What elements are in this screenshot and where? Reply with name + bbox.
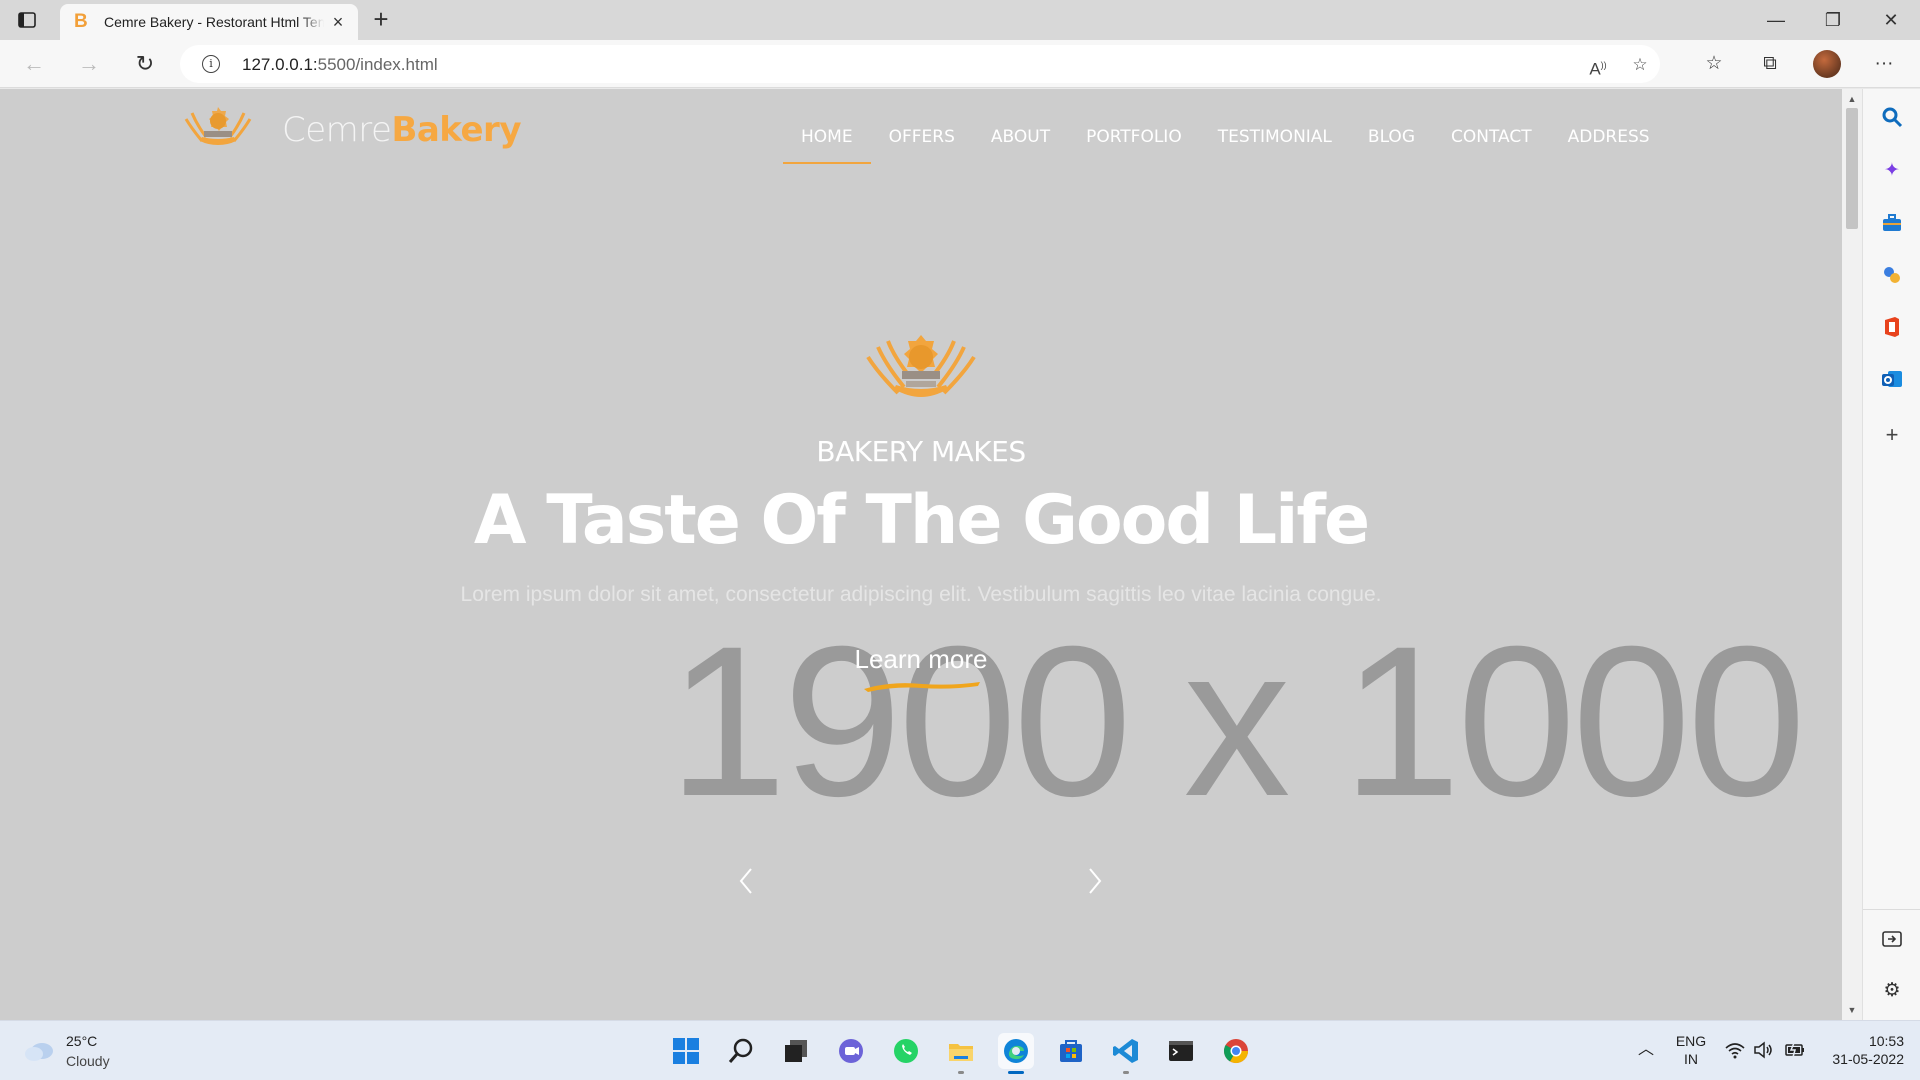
browser-tab-active[interactable]: B Cemre Bakery - Restorant Html Template… — [60, 4, 358, 40]
sidebar-tools-icon[interactable] — [1880, 211, 1904, 235]
settings-more-icon[interactable]: ··· — [1870, 50, 1898, 78]
sidebar-hide-icon[interactable] — [1880, 927, 1904, 951]
close-tab-icon[interactable]: × — [328, 12, 348, 32]
nav-about[interactable]: ABOUT — [973, 125, 1068, 149]
restore-button[interactable]: ❐ — [1817, 6, 1849, 34]
url-text[interactable]: 127.0.0.1:5500/index.html — [242, 55, 438, 75]
sidebar-outlook-icon[interactable] — [1880, 367, 1904, 391]
close-window-button[interactable]: ✕ — [1875, 6, 1907, 34]
start-icon[interactable] — [668, 1033, 704, 1069]
bakery-favicon-icon: B — [74, 11, 88, 32]
nav-contact[interactable]: CONTACT — [1433, 125, 1550, 149]
lang-region: IN — [1684, 1051, 1698, 1067]
forward-arrow-icon[interactable]: → — [75, 50, 103, 78]
nav-address[interactable]: ADDRESS — [1550, 125, 1668, 149]
site-logo-text[interactable]: CemreBakery — [282, 113, 521, 147]
clock[interactable]: 10:53 31-05-2022 — [1816, 1032, 1904, 1068]
url-path: 5500/index.html — [317, 55, 438, 74]
input-language-indicator[interactable]: ENG IN — [1673, 1032, 1709, 1068]
url-host: 127.0.0.1: — [242, 55, 318, 74]
task-view-icon[interactable] — [778, 1033, 814, 1069]
collections-icon[interactable]: ⧉ — [1756, 50, 1784, 78]
scroll-down-arrow-icon[interactable]: ▼ — [1842, 1002, 1862, 1018]
clock-date: 31-05-2022 — [1832, 1051, 1904, 1067]
edge-sidebar: ✦ + ⚙ — [1862, 89, 1920, 1020]
back-arrow-icon[interactable]: ← — [20, 50, 48, 78]
edge-icon[interactable] — [998, 1033, 1034, 1074]
sidebar-add-icon[interactable]: + — [1880, 423, 1904, 447]
bakery-logo-icon[interactable] — [178, 101, 258, 157]
scroll-up-arrow-icon[interactable]: ▲ — [1842, 91, 1862, 107]
file-explorer-icon[interactable] — [943, 1033, 979, 1074]
sidebar-divider — [1863, 909, 1920, 910]
bakery-emblem-icon — [866, 335, 976, 397]
tab-bar: B Cemre Bakery - Restorant Html Template… — [0, 0, 1920, 40]
scroll-thumb[interactable] — [1846, 108, 1858, 229]
nav-home[interactable]: HOME — [783, 125, 871, 164]
sidebar-discover-icon[interactable]: ✦ — [1880, 159, 1904, 183]
tab-actions-icon[interactable] — [16, 9, 38, 31]
carousel-next-icon[interactable] — [1080, 861, 1110, 901]
learn-more-button[interactable]: Learn more — [820, 641, 1022, 697]
weather-temperature[interactable]: 25°C — [66, 1033, 97, 1049]
sidebar-games-icon[interactable] — [1880, 263, 1904, 287]
new-tab-button[interactable]: + — [368, 6, 394, 33]
vscode-icon[interactable] — [1108, 1033, 1144, 1074]
nav-testimonial[interactable]: TESTIMONIAL — [1200, 125, 1350, 149]
hero-subtitle: Lorem ipsum dolor sit amet, consectetur … — [460, 583, 1382, 606]
logo-text-light: Cemre — [282, 110, 392, 150]
learn-more-label: Learn more — [854, 644, 988, 674]
profile-avatar[interactable] — [1813, 50, 1841, 78]
lang-code: ENG — [1675, 1033, 1707, 1049]
weather-condition[interactable]: Cloudy — [66, 1053, 110, 1069]
nav-portfolio[interactable]: PORTFOLIO — [1068, 125, 1200, 149]
address-bar-row: ← → ↻ i 127.0.0.1:5500/index.html A)) ☆ … — [0, 40, 1920, 88]
page-scrollbar[interactable]: ▲ ▼ — [1842, 89, 1862, 1020]
clock-time: 10:53 — [1868, 1033, 1904, 1049]
favorites-icon[interactable]: ☆ — [1700, 50, 1728, 78]
logo-text-bold: Bakery — [391, 110, 521, 150]
sidebar-settings-gear-icon[interactable]: ⚙ — [1880, 979, 1904, 1003]
brush-underline-icon — [864, 682, 980, 692]
volume-icon[interactable] — [1752, 1039, 1774, 1061]
search-icon[interactable] — [723, 1033, 759, 1069]
whatsapp-icon[interactable] — [888, 1033, 924, 1069]
hero-kicker: BAKERY MAKES — [816, 435, 1026, 468]
read-aloud-icon[interactable]: A)) — [1586, 53, 1610, 79]
windows-taskbar: 25°C Cloudy ︿ ENG IN 10:53 31-05-2022 — [0, 1020, 1920, 1080]
sidebar-search-icon[interactable] — [1880, 105, 1904, 129]
sidebar-office-icon[interactable] — [1880, 315, 1904, 339]
hero-title: A Taste Of The Good Life — [473, 481, 1370, 560]
tab-title: Cemre Bakery - Restorant Html Template — [104, 14, 324, 30]
chrome-icon[interactable] — [1218, 1033, 1254, 1069]
page-viewport: 1900 x 1000 CemreBakery HOME OFFERS ABOU… — [0, 89, 1842, 1020]
carousel-prev-icon[interactable] — [731, 861, 761, 901]
add-favorite-icon[interactable]: ☆ — [1628, 53, 1652, 77]
site-info-icon[interactable]: i — [202, 55, 220, 73]
refresh-icon[interactable]: ↻ — [131, 50, 159, 78]
cloudy-weather-icon[interactable] — [22, 1037, 56, 1063]
wifi-icon[interactable] — [1724, 1039, 1746, 1061]
nav-offers[interactable]: OFFERS — [871, 125, 973, 149]
nav-blog[interactable]: BLOG — [1350, 125, 1433, 149]
teams-chat-icon[interactable] — [833, 1033, 869, 1069]
show-hidden-icons-chevron-icon[interactable]: ︿ — [1636, 1040, 1656, 1060]
main-navigation: HOME OFFERS ABOUT PORTFOLIO TESTIMONIAL … — [783, 125, 1668, 164]
terminal-icon[interactable] — [1163, 1033, 1199, 1069]
minimize-button[interactable]: — — [1760, 6, 1792, 34]
store-icon[interactable] — [1053, 1033, 1089, 1069]
battery-charging-icon[interactable] — [1784, 1039, 1806, 1061]
url-field[interactable]: i 127.0.0.1:5500/index.html A)) ☆ — [180, 45, 1660, 83]
